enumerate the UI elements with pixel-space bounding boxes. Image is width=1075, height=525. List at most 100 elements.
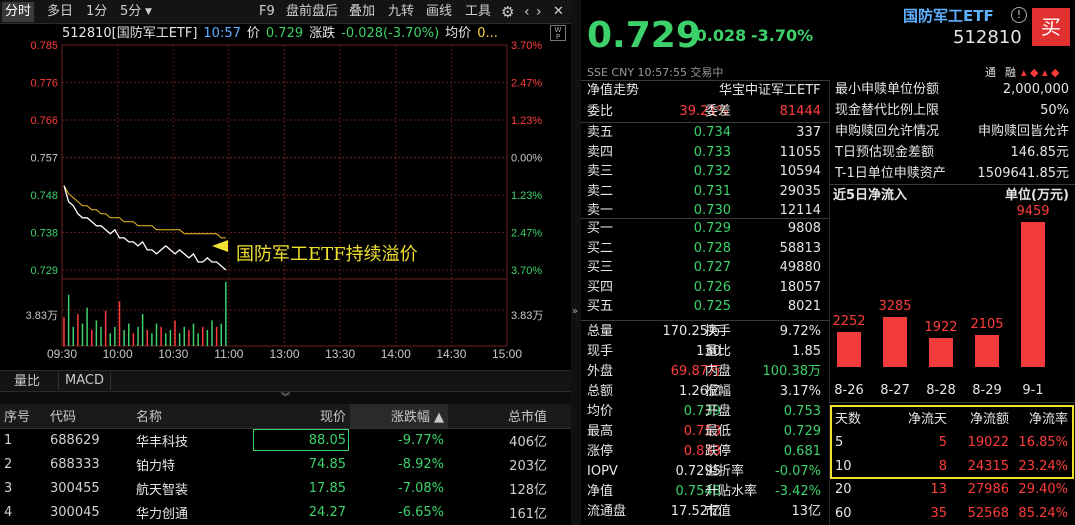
stat-value: 9.72%: [779, 324, 821, 339]
nav-trend-link[interactable]: 净值走势: [587, 81, 639, 101]
inflow-day: 8-27: [880, 383, 910, 398]
col-index[interactable]: 序号: [0, 404, 50, 429]
row-code: 688629: [50, 432, 100, 448]
nine-turn-button[interactable]: 九转: [388, 3, 414, 21]
inflow-day: 8-29: [972, 383, 1002, 398]
tab-1min[interactable]: 1分: [86, 3, 107, 21]
tab-5min[interactable]: 5分: [120, 3, 141, 21]
col-name[interactable]: 名称: [132, 404, 252, 429]
f9-button[interactable]: F9: [259, 3, 275, 21]
inflow-day: 9-1: [1022, 383, 1044, 398]
wp-icon[interactable]: WP: [550, 25, 566, 41]
table-row[interactable]: 3 300455 航天智装 17.85 -7.08% 128亿: [0, 476, 571, 500]
price-label: 价: [246, 26, 260, 41]
x-tick: 13:30: [325, 347, 355, 361]
stat-label: 现手: [587, 344, 614, 359]
dropdown-icon[interactable]: ▼: [145, 3, 152, 21]
avg-value: 0...: [477, 26, 498, 41]
x-tick: 14:30: [436, 347, 466, 361]
info-icon[interactable]: !: [1011, 7, 1027, 23]
table-row[interactable]: 2 688333 铂力特 74.85 -8.92% 203亿: [0, 452, 571, 476]
chart-svg: 0.785 0.776 0.766 0.757 0.748 0.738 0.729 3.70%…: [26, 40, 544, 361]
book-level-price: 0.729: [693, 221, 731, 236]
x-tick: 15:00: [492, 347, 522, 361]
table-row[interactable]: 4 300045 华力创通 24.27 -6.65% 161亿: [0, 500, 571, 524]
stat-label: 净值: [587, 484, 614, 499]
annotation-arrow-icon: [212, 240, 228, 252]
divider: [830, 184, 1075, 185]
etf-info-label: T日预估现金差额: [835, 145, 934, 160]
close-icon[interactable]: ✕: [553, 3, 564, 21]
stat-label: 市值: [705, 504, 732, 519]
y-tick-right: 1.23%: [511, 190, 542, 202]
inflow-value: 2252: [832, 314, 866, 330]
flow-cell: 85.24%: [1018, 505, 1068, 521]
book-level-price: 0.725: [693, 299, 731, 314]
col-price[interactable]: 现价: [252, 404, 350, 429]
stat-value: -0.07%: [775, 464, 821, 479]
book-level-price: 0.730: [693, 203, 731, 218]
weibi-label: 委比: [587, 104, 614, 119]
flow-header: 净流额: [969, 412, 1009, 427]
premarket-button[interactable]: 盘前盘后: [286, 3, 338, 21]
y-tick-left: 0.729: [30, 265, 58, 277]
book-level-label: 卖五: [587, 125, 614, 140]
book-level-price: 0.727: [693, 260, 731, 275]
collapse-chevron-icon[interactable]: ︾: [0, 392, 571, 404]
row-index: 4: [4, 504, 13, 520]
book-level-volume: 9808: [787, 221, 821, 236]
flow-cell: 52568: [967, 505, 1009, 521]
row-index: 2: [4, 456, 13, 472]
inflow-title: 近5日净流入: [833, 188, 908, 203]
tools-button[interactable]: 工具: [465, 3, 491, 21]
book-level-volume: 10594: [779, 164, 821, 179]
table-row[interactable]: 1 688629 华丰科技 88.05 -9.77% 406亿: [0, 428, 571, 452]
flow-cell: 10: [835, 458, 852, 474]
y-tick-right: 1.23%: [511, 115, 542, 127]
stat-value: 100.38万: [762, 364, 822, 379]
row-index: 1: [4, 432, 13, 448]
etf-info-value: 2,000,000: [1002, 82, 1069, 97]
current-time: 10:57: [203, 26, 241, 41]
tab-intraday[interactable]: 分时: [2, 2, 35, 22]
stat-label: 流通盘: [587, 504, 627, 519]
tab-multiday[interactable]: 多日: [47, 3, 73, 21]
etf-info-label: T-1日单位申赎资产: [835, 166, 946, 181]
prev-icon[interactable]: ‹: [524, 3, 530, 21]
x-tick: 10:30: [158, 347, 188, 361]
flow-cell: 8: [938, 458, 947, 474]
book-level-label: 买四: [587, 279, 614, 295]
col-market-cap[interactable]: 总市值: [448, 404, 571, 429]
panel-divider[interactable]: »: [571, 0, 581, 525]
expand-arrows-icon[interactable]: »: [572, 306, 578, 317]
col-code[interactable]: 代码: [50, 404, 132, 429]
col-change-pct[interactable]: 涨跌幅 ▲: [350, 404, 448, 429]
next-icon[interactable]: ›: [536, 3, 542, 21]
stat-label: 总额: [587, 384, 614, 399]
volume-axis-label-right: 3.83万: [511, 310, 543, 322]
divider: [581, 320, 829, 321]
inflow-bar: [975, 334, 999, 367]
stat-label: 量比: [705, 344, 732, 359]
flow-cell: 29.40%: [1018, 482, 1068, 497]
y-tick-right: 0.00%: [511, 153, 542, 165]
intraday-chart[interactable]: 0.785 0.776 0.766 0.757 0.748 0.738 0.729 3.70%…: [0, 24, 571, 369]
x-tick: 09:30: [47, 347, 77, 361]
tab-macd[interactable]: MACD: [58, 372, 111, 390]
overlay-button[interactable]: 叠加: [349, 3, 375, 21]
stat-label: 振幅: [705, 384, 732, 399]
draw-line-button[interactable]: 画线: [426, 3, 452, 21]
row-price: 88.05: [252, 428, 350, 452]
x-tick: 13:00: [269, 347, 299, 361]
row-price: 24.27: [308, 504, 346, 520]
inflow-day: 8-28: [926, 383, 956, 398]
tab-volume-ratio[interactable]: 量比: [14, 373, 40, 391]
y-tick-left: 0.776: [30, 78, 58, 90]
stat-label: 换手: [705, 324, 732, 339]
y-tick-left: 0.757: [30, 153, 58, 165]
buy-button[interactable]: 买: [1032, 8, 1070, 46]
gear-icon[interactable]: ⚙: [501, 3, 514, 21]
stat-label: 开盘: [705, 404, 732, 419]
stat-value: 0.681: [783, 444, 821, 459]
book-level-volume: 12114: [779, 203, 821, 218]
